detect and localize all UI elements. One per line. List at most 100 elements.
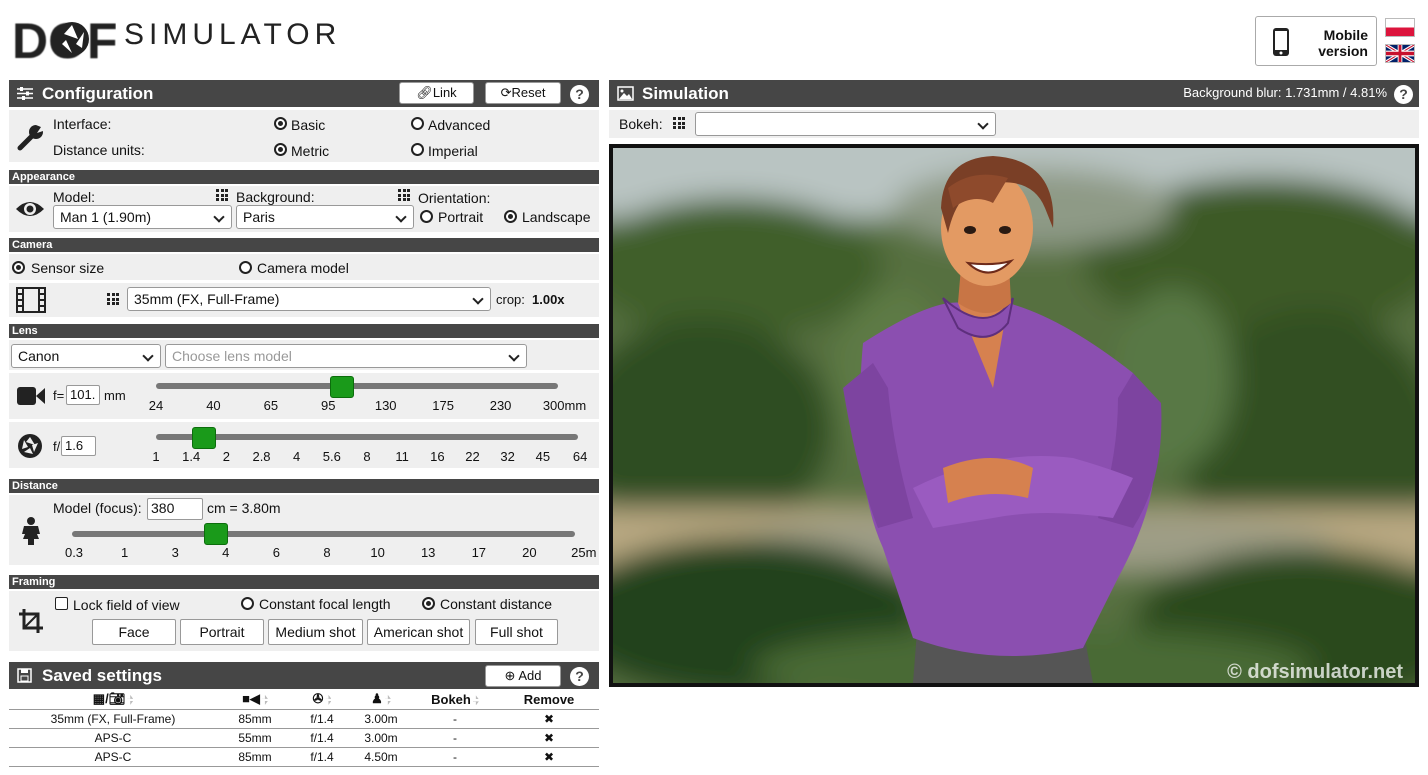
lens-brand-select[interactable]: Canon — [11, 344, 161, 368]
constant-distance-label[interactable]: Constant distance — [440, 596, 552, 612]
person-icon — [22, 517, 40, 545]
units-metric-label[interactable]: Metric — [291, 143, 329, 159]
interface-advanced-label[interactable]: Advanced — [428, 117, 490, 133]
orientation-portrait-radio[interactable] — [420, 210, 433, 223]
orientation-landscape-radio[interactable] — [504, 210, 517, 223]
focal-length-input[interactable]: 101. — [66, 385, 100, 405]
medium-shot-button[interactable]: Medium shot — [268, 619, 363, 645]
background-select[interactable]: Paris — [236, 205, 414, 229]
polish-flag-icon[interactable] — [1385, 18, 1415, 37]
uk-flag-icon[interactable] — [1385, 44, 1415, 63]
orientation-portrait-label[interactable]: Portrait — [438, 209, 483, 225]
tick-label: 11 — [395, 449, 409, 464]
saved-settings-header: Saved settings ⊕ Add ? — [9, 662, 599, 689]
column-distance[interactable]: ♟ — [351, 690, 411, 709]
tick-label: 45 — [535, 449, 551, 464]
constant-distance-radio[interactable] — [422, 597, 435, 610]
sensor-select[interactable]: 35mm (FX, Full-Frame) — [127, 287, 491, 311]
camera-header: Camera — [9, 238, 599, 252]
units-metric-radio[interactable] — [274, 143, 287, 156]
focal-length-track[interactable] — [156, 383, 558, 389]
camera-model-label[interactable]: Camera model — [257, 260, 349, 276]
table-row: 35mm (FX, Full-Frame) 85mm f/1.4 3.00m -… — [9, 708, 599, 729]
mobile-version-button[interactable]: Mobile version — [1255, 16, 1377, 66]
help-icon[interactable]: ? — [570, 667, 589, 686]
full-shot-button[interactable]: Full shot — [475, 619, 558, 645]
column-focal[interactable]: ■◀ — [217, 690, 293, 709]
camera-model-radio[interactable] — [239, 261, 252, 274]
sort-icon[interactable] — [325, 694, 332, 705]
tick-label: 32 — [500, 449, 515, 464]
help-icon[interactable]: ? — [570, 85, 589, 104]
aperture-track[interactable] — [156, 434, 578, 440]
tick-label: 1.4 — [182, 449, 201, 464]
column-sensor[interactable]: ▦/📷︎ — [9, 690, 217, 709]
grid-icon[interactable] — [216, 189, 228, 201]
focal-length-slider-handle[interactable] — [330, 376, 355, 398]
remove-icon[interactable]: ✖ — [499, 747, 599, 767]
help-icon[interactable]: ? — [1394, 85, 1413, 104]
tick-label: 24 — [148, 398, 164, 413]
interface-basic-radio[interactable] — [274, 117, 287, 130]
column-aperture[interactable]: ✇ — [293, 690, 351, 709]
lock-fov-checkbox[interactable] — [55, 597, 68, 610]
aperture-slider-handle[interactable] — [191, 427, 216, 449]
grid-icon[interactable] — [107, 293, 119, 305]
lock-fov-label[interactable]: Lock field of view — [73, 597, 180, 613]
logo[interactable]: DOF — [12, 12, 118, 69]
sort-icon[interactable] — [261, 694, 268, 705]
reset-button[interactable]: ⟳Reset — [485, 82, 561, 104]
constant-focal-label[interactable]: Constant focal length — [259, 596, 391, 612]
mobile-label-2: version — [1318, 43, 1368, 59]
bokeh-select[interactable] — [695, 112, 996, 136]
grid-icon[interactable] — [398, 189, 410, 201]
tick-label: 65 — [263, 398, 279, 413]
configuration-title: Configuration — [42, 84, 154, 103]
sort-icon[interactable] — [472, 695, 479, 706]
framing-header: Framing — [9, 575, 599, 589]
focal-unit: mm — [104, 388, 126, 403]
interface-basic-label[interactable]: Basic — [291, 117, 325, 133]
tick-label: 22 — [465, 449, 480, 464]
grid-icon[interactable] — [673, 117, 685, 129]
focus-distance-input[interactable]: 380 — [147, 498, 203, 520]
portrait-button[interactable]: Portrait — [180, 619, 264, 645]
cell-aperture: f/1.4 — [293, 747, 351, 767]
sort-icon[interactable] — [127, 694, 134, 705]
units-imperial-label[interactable]: Imperial — [428, 143, 478, 159]
distance-track[interactable] — [72, 531, 575, 537]
film-icon — [16, 287, 46, 313]
remove-icon[interactable]: ✖ — [499, 728, 599, 748]
model-select[interactable]: Man 1 (1.90m) — [53, 205, 232, 229]
saved-settings-title: Saved settings — [42, 666, 162, 685]
link-label: Link — [432, 85, 457, 100]
aperture-icon — [18, 434, 42, 458]
tick-label: 25m — [571, 545, 597, 560]
interface-advanced-radio[interactable] — [411, 117, 424, 130]
orientation-landscape-label[interactable]: Landscape — [522, 209, 591, 225]
link-button[interactable]: 🔗︎Link — [399, 82, 474, 104]
tick-label: 3 — [171, 545, 179, 560]
add-button[interactable]: ⊕ Add — [485, 665, 561, 687]
sensor-size-label[interactable]: Sensor size — [31, 260, 104, 276]
distance-slider-handle[interactable] — [203, 523, 228, 545]
simulation-title: Simulation — [642, 84, 729, 103]
wrench-icon — [17, 125, 43, 151]
focus-distance-converted: cm = 3.80m — [207, 500, 281, 516]
face-button[interactable]: Face — [92, 619, 176, 645]
units-imperial-radio[interactable] — [411, 143, 424, 156]
tick-label: 16 — [430, 449, 445, 464]
tick-label: 5.6 — [322, 449, 341, 464]
sort-icon[interactable] — [384, 694, 391, 705]
camera-icon: 📷︎ — [108, 691, 126, 707]
column-bokeh[interactable]: Bokeh — [411, 690, 499, 709]
american-shot-button[interactable]: American shot — [367, 619, 470, 645]
remove-icon[interactable]: ✖ — [499, 708, 599, 729]
cell-sensor: APS-C — [9, 728, 217, 748]
tick-label: 300mm — [542, 398, 587, 413]
aperture-input[interactable]: 1.6 — [61, 436, 96, 456]
sensor-size-radio[interactable] — [12, 261, 25, 274]
constant-focal-radio[interactable] — [241, 597, 254, 610]
lens-model-select[interactable]: Choose lens model — [165, 344, 527, 368]
saved-settings-table: ▦/📷︎ ■◀ ✇ ♟ Bokeh Remove 35mm (FX, Full-… — [9, 690, 599, 767]
